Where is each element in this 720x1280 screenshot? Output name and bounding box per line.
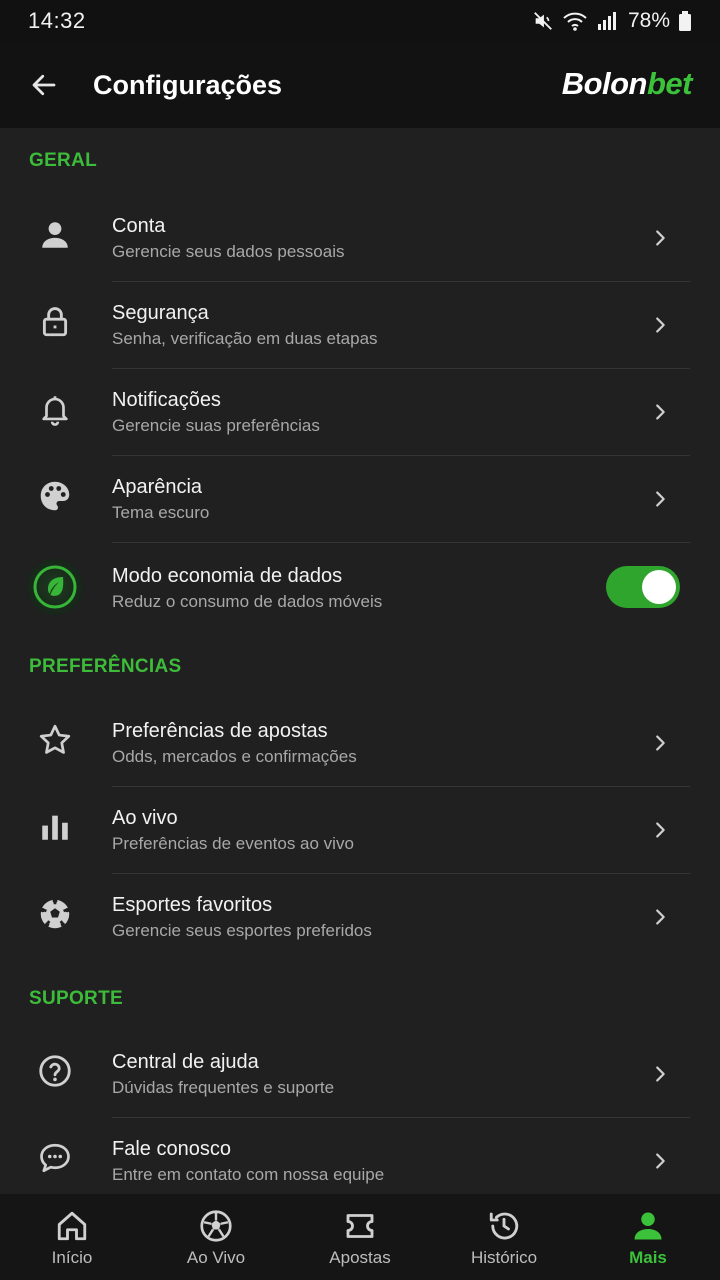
- item-subtitle: Tema escuro: [112, 503, 210, 522]
- soccer-ball-icon: [37, 896, 73, 937]
- item-title: Preferências de apostas: [112, 720, 328, 742]
- chevron-right-icon: [656, 734, 665, 751]
- settings-list: GERAL Conta Gerencie seus dados pessoais…: [0, 128, 720, 1194]
- nav-historico[interactable]: Histórico: [432, 1194, 576, 1280]
- item-title: Esportes favoritos: [112, 894, 273, 916]
- back-button[interactable]: [0, 42, 88, 128]
- settings-item-economia-dados: Modo economia de dados Reduz o consumo d…: [0, 542, 720, 632]
- nav-label: Mais: [629, 1248, 667, 1267]
- lock-icon: [38, 305, 72, 344]
- item-subtitle: Preferências de eventos ao vivo: [112, 834, 354, 853]
- nav-label: Apostas: [329, 1248, 391, 1267]
- item-title: Segurança: [112, 302, 209, 324]
- wifi-icon: [562, 10, 588, 32]
- arrow-left-icon: [32, 74, 56, 96]
- bar-chart-icon: [38, 810, 72, 849]
- section-title-preferencias: PREFERÊNCIAS: [29, 656, 182, 677]
- settings-item-central-ajuda[interactable]: Central de ajuda Dúvidas frequentes e su…: [0, 1030, 720, 1117]
- item-title: Central de ajuda: [112, 1051, 259, 1073]
- nav-label: Ao Vivo: [186, 1248, 246, 1267]
- item-title: Ao vivo: [112, 807, 178, 829]
- battery-icon: [678, 10, 692, 32]
- data-saver-toggle[interactable]: [606, 566, 680, 608]
- chevron-right-icon: [656, 403, 665, 420]
- star-icon: [37, 722, 73, 763]
- person-icon: [634, 1212, 662, 1240]
- signal-icon: [596, 10, 618, 32]
- palette-icon: [37, 478, 73, 519]
- user-icon: [38, 218, 72, 257]
- item-subtitle: Gerencie seus dados pessoais: [112, 242, 345, 261]
- item-subtitle: Dúvidas frequentes e suporte: [112, 1078, 335, 1097]
- toggle-knob: [642, 570, 676, 604]
- item-title: Fale conosco: [112, 1138, 231, 1160]
- bell-icon: [38, 392, 72, 431]
- settings-item-seguranca[interactable]: Segurança Senha, verificação em duas eta…: [0, 281, 720, 368]
- chevron-right-icon: [656, 1152, 665, 1169]
- item-title: Modo economia de dados: [112, 564, 343, 587]
- settings-item-notificacoes[interactable]: Notificações Gerencie suas preferências: [0, 368, 720, 455]
- chat-icon: [37, 1140, 73, 1181]
- brand-logo: Bolonbet: [561, 66, 693, 101]
- item-subtitle: Reduz o consumo de dados móveis: [112, 591, 383, 611]
- chevron-right-icon: [656, 821, 665, 838]
- settings-screen: 14:32 78% Configurações Bolonbet GERAL C…: [0, 0, 720, 1280]
- chevron-right-icon: [656, 229, 665, 246]
- item-subtitle: Entre em contato com nossa equipe: [112, 1165, 385, 1184]
- page-title: Configurações: [93, 69, 283, 100]
- nav-inicio[interactable]: Início: [0, 1194, 144, 1280]
- chevron-right-icon: [656, 908, 665, 925]
- settings-item-esportes-favoritos[interactable]: Esportes favoritos Gerencie seus esporte…: [0, 873, 720, 960]
- settings-item-conta[interactable]: Conta Gerencie seus dados pessoais: [0, 194, 720, 281]
- item-title: Aparência: [112, 476, 203, 498]
- nav-mais[interactable]: Mais: [576, 1194, 720, 1280]
- item-subtitle: Senha, verificação em duas etapas: [112, 329, 378, 348]
- item-title: Conta: [112, 215, 166, 237]
- nav-apostas[interactable]: Apostas: [288, 1194, 432, 1280]
- item-title: Notificações: [112, 389, 221, 411]
- settings-item-aparencia[interactable]: Aparência Tema escuro: [0, 455, 720, 542]
- chevron-right-icon: [656, 316, 665, 333]
- section-title-geral: GERAL: [29, 150, 97, 171]
- soccer-ball-icon: [200, 1210, 232, 1242]
- section-title-suporte: SUPORTE: [29, 988, 123, 1009]
- settings-item-ao-vivo[interactable]: Ao vivo Preferências de eventos ao vivo: [0, 786, 720, 873]
- nav-ao-vivo[interactable]: Ao Vivo: [144, 1194, 288, 1280]
- nav-label: Histórico: [470, 1248, 538, 1267]
- leaf-icon: [27, 559, 83, 615]
- battery-level: 78%: [627, 9, 670, 32]
- mute-icon: [532, 10, 554, 32]
- chevron-right-icon: [656, 1065, 665, 1082]
- home-icon: [57, 1211, 87, 1241]
- status-icons: 78%: [532, 9, 692, 33]
- item-subtitle: Gerencie suas preferências: [112, 416, 320, 435]
- app-header: Configurações Bolonbet: [0, 42, 720, 128]
- bottom-navigation: Início Ao Vivo Apostas Histórico Mais: [0, 1194, 720, 1280]
- settings-item-fale-conosco[interactable]: Fale conosco Entre em contato com nossa …: [0, 1117, 720, 1194]
- nav-label: Início: [51, 1248, 93, 1267]
- ticket-icon: [346, 1214, 374, 1238]
- chevron-right-icon: [656, 490, 665, 507]
- status-bar: 14:32 78%: [0, 0, 720, 42]
- item-subtitle: Odds, mercados e confirmações: [112, 747, 357, 766]
- item-subtitle: Gerencie seus esportes preferidos: [112, 921, 372, 940]
- settings-item-preferencias-apostas[interactable]: Preferências de apostas Odds, mercados e…: [0, 699, 720, 786]
- help-circle-icon: [37, 1053, 73, 1094]
- history-icon: [489, 1212, 519, 1240]
- status-time: 14:32: [28, 8, 86, 33]
